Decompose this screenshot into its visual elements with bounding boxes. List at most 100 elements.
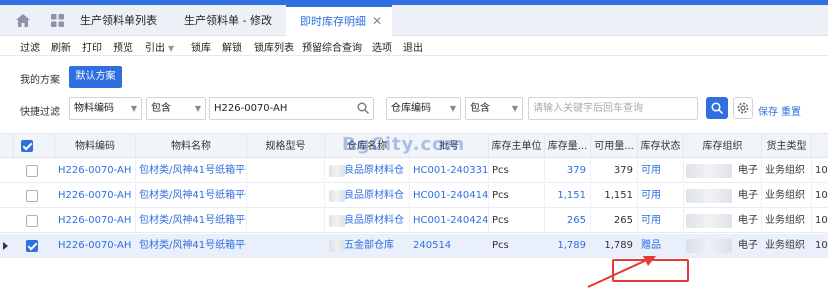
print-button[interactable]: 打印 xyxy=(82,39,102,54)
chevron-down-icon: ▼ xyxy=(194,104,201,113)
cell-material-name[interactable]: 包材类/风神41号纸箱平卡 xyxy=(136,209,247,233)
settings-button[interactable] xyxy=(733,97,753,119)
tab-realtime-inventory-detail[interactable]: 即时库存明细 ✕ xyxy=(286,5,393,36)
cell-warehouse-name[interactable]: 五金部仓库 xyxy=(325,234,410,258)
chevron-down-icon: ▼ xyxy=(511,104,518,113)
unlock-button[interactable]: 解锁 xyxy=(222,39,242,54)
exit-button[interactable]: 退出 xyxy=(403,39,423,54)
header-warehouse-name: 仓库名称 xyxy=(325,134,410,159)
redaction-blur xyxy=(686,164,732,178)
preview-button[interactable]: 预览 xyxy=(113,39,133,54)
cell-material-code[interactable]: H226-0070-AH xyxy=(55,184,136,208)
header-owner-type: 货主类型 xyxy=(762,134,812,159)
header-stock-unit: 库存主单位 xyxy=(489,134,545,159)
lock-list-button[interactable]: 锁库列表 xyxy=(254,39,294,54)
cell-warehouse-name[interactable]: 良品原材料仓 xyxy=(325,209,410,233)
tab-production-picking-edit[interactable]: 生产领料单 - 修改 xyxy=(184,5,272,36)
cell-stock-qty[interactable]: 379 xyxy=(545,159,591,183)
cell-lot-number[interactable]: HC001-240414 xyxy=(410,184,489,208)
filter-value-input-1[interactable]: H226-0070-AH xyxy=(209,97,374,120)
header-row-indicator xyxy=(0,134,14,159)
cell-warehouse-name[interactable]: 良品原材料仓 xyxy=(325,159,410,183)
cell-material-name[interactable]: 包材类/风神41号纸箱平卡 xyxy=(136,184,247,208)
options-button[interactable]: 选项 xyxy=(372,39,392,54)
my-scheme-link[interactable]: 我的方案 xyxy=(20,71,60,86)
cell-available-qty: 1,789 xyxy=(591,234,638,258)
apps-grid-icon[interactable] xyxy=(51,14,64,27)
cell-next-column: 10 xyxy=(815,240,828,251)
header-material-code: 物料编码 xyxy=(55,134,136,159)
cell-available-qty: 265 xyxy=(591,209,638,233)
filter-field-select-1[interactable]: 物料编码 ▼ xyxy=(69,97,142,120)
redaction-blur xyxy=(329,165,345,177)
cell-available-qty: 1,151 xyxy=(591,184,638,208)
cell-stock-status[interactable]: 可用 xyxy=(638,184,684,208)
home-icon[interactable] xyxy=(16,14,30,27)
redaction-blur xyxy=(329,240,345,252)
search-button[interactable] xyxy=(706,97,728,119)
tab-bar: 生产领料单列表 生产领料单 - 修改 即时库存明细 ✕ xyxy=(0,5,828,36)
cell-spec-model xyxy=(247,184,325,208)
current-row-indicator-icon xyxy=(3,242,8,250)
table-row[interactable]: H226-0070-AH 包材类/风神41号纸箱平卡 良品原材料仓 HC001-… xyxy=(0,209,828,233)
cell-stock-status[interactable]: 赠品 xyxy=(638,234,684,258)
cell-material-name[interactable]: 包材类/风神41号纸箱平卡 xyxy=(136,234,247,258)
cell-material-code[interactable]: H226-0070-AH xyxy=(55,159,136,183)
refresh-button[interactable]: 刷新 xyxy=(51,39,71,54)
cell-stock-qty[interactable]: 265 xyxy=(545,209,591,233)
header-lot-number: 批号 xyxy=(410,134,489,159)
cell-stock-org: 电子 xyxy=(684,159,762,183)
cell-next-column: 10 xyxy=(815,215,828,226)
cell-stock-qty[interactable]: 1,151 xyxy=(545,184,591,208)
header-next-column xyxy=(812,134,828,159)
cell-owner-type: 业务组织 xyxy=(762,209,812,233)
search-icon xyxy=(711,102,723,114)
cell-available-qty: 379 xyxy=(591,159,638,183)
header-select-all[interactable] xyxy=(14,134,55,159)
cell-material-code[interactable]: H226-0070-AH xyxy=(55,209,136,233)
filter-value-input-2[interactable]: 请输入关键字后回车查询 xyxy=(528,97,698,120)
cell-lot-number[interactable]: HC001-240331 xyxy=(410,159,489,183)
filter-operator-select-1[interactable]: 包含 ▼ xyxy=(146,97,206,120)
cell-stock-qty[interactable]: 1,789 xyxy=(545,234,591,258)
cell-stock-unit: Pcs xyxy=(489,184,545,208)
select-all-checkbox[interactable] xyxy=(21,140,33,152)
cell-stock-status[interactable]: 可用 xyxy=(638,209,684,233)
cell-stock-unit: Pcs xyxy=(489,159,545,183)
cell-lot-number[interactable]: HC001-240424 xyxy=(410,209,489,233)
reservation-query-button[interactable]: 预留综合查询 xyxy=(302,39,362,54)
toolbar: 过滤 刷新 打印 预览 引出 ▼ 锁库 解锁 锁库列表 预留综合查询 选项 退出 xyxy=(0,37,828,56)
cell-next-column: 10 xyxy=(815,165,828,176)
filter-button[interactable]: 过滤 xyxy=(20,39,40,54)
tab-production-picking-list[interactable]: 生产领料单列表 xyxy=(80,5,157,36)
cell-owner-type: 业务组织 xyxy=(762,234,812,258)
cell-material-name[interactable]: 包材类/风神41号纸箱平卡 xyxy=(136,159,247,183)
header-material-name: 物料名称 xyxy=(136,134,247,159)
header-stock-org: 库存组织 xyxy=(684,134,762,159)
search-icon[interactable] xyxy=(357,102,369,114)
export-button[interactable]: 引出 ▼ xyxy=(145,39,174,54)
chevron-down-icon: ▼ xyxy=(130,104,137,113)
header-available-qty: 可用量... xyxy=(591,134,638,159)
cell-spec-model xyxy=(247,209,325,233)
table-row[interactable]: H226-0070-AH 包材类/风神41号纸箱平卡 良品原材料仓 HC001-… xyxy=(0,184,828,208)
default-scheme-button[interactable]: 默认方案 xyxy=(69,66,122,88)
row-checkbox[interactable] xyxy=(26,165,38,177)
table-row[interactable]: H226-0070-AH 包材类/风神41号纸箱平卡 良品原材料仓 HC001-… xyxy=(0,159,828,183)
filter-field-select-2[interactable]: 仓库编码 ▼ xyxy=(386,97,461,120)
cell-lot-number[interactable]: 240514 xyxy=(410,234,489,258)
filter-operator-select-2[interactable]: 包含 ▼ xyxy=(465,97,523,120)
reset-link[interactable]: 重置 xyxy=(781,103,801,118)
row-checkbox[interactable] xyxy=(26,240,38,252)
row-checkbox[interactable] xyxy=(26,215,38,227)
row-checkbox[interactable] xyxy=(26,190,38,202)
table-row-selected[interactable]: H226-0070-AH 包材类/风神41号纸箱平卡 五金部仓库 240514 … xyxy=(0,234,828,258)
cell-stock-org: 电子 xyxy=(684,184,762,208)
lock-stock-button[interactable]: 锁库 xyxy=(191,39,211,54)
save-scheme-link[interactable]: 保存 xyxy=(758,103,778,118)
cell-warehouse-name[interactable]: 良品原材料仓 xyxy=(325,184,410,208)
cell-stock-status[interactable]: 可用 xyxy=(638,159,684,183)
close-tab-icon[interactable]: ✕ xyxy=(372,14,382,28)
cell-owner-type: 业务组织 xyxy=(762,184,812,208)
cell-material-code[interactable]: H226-0070-AH xyxy=(55,234,136,258)
